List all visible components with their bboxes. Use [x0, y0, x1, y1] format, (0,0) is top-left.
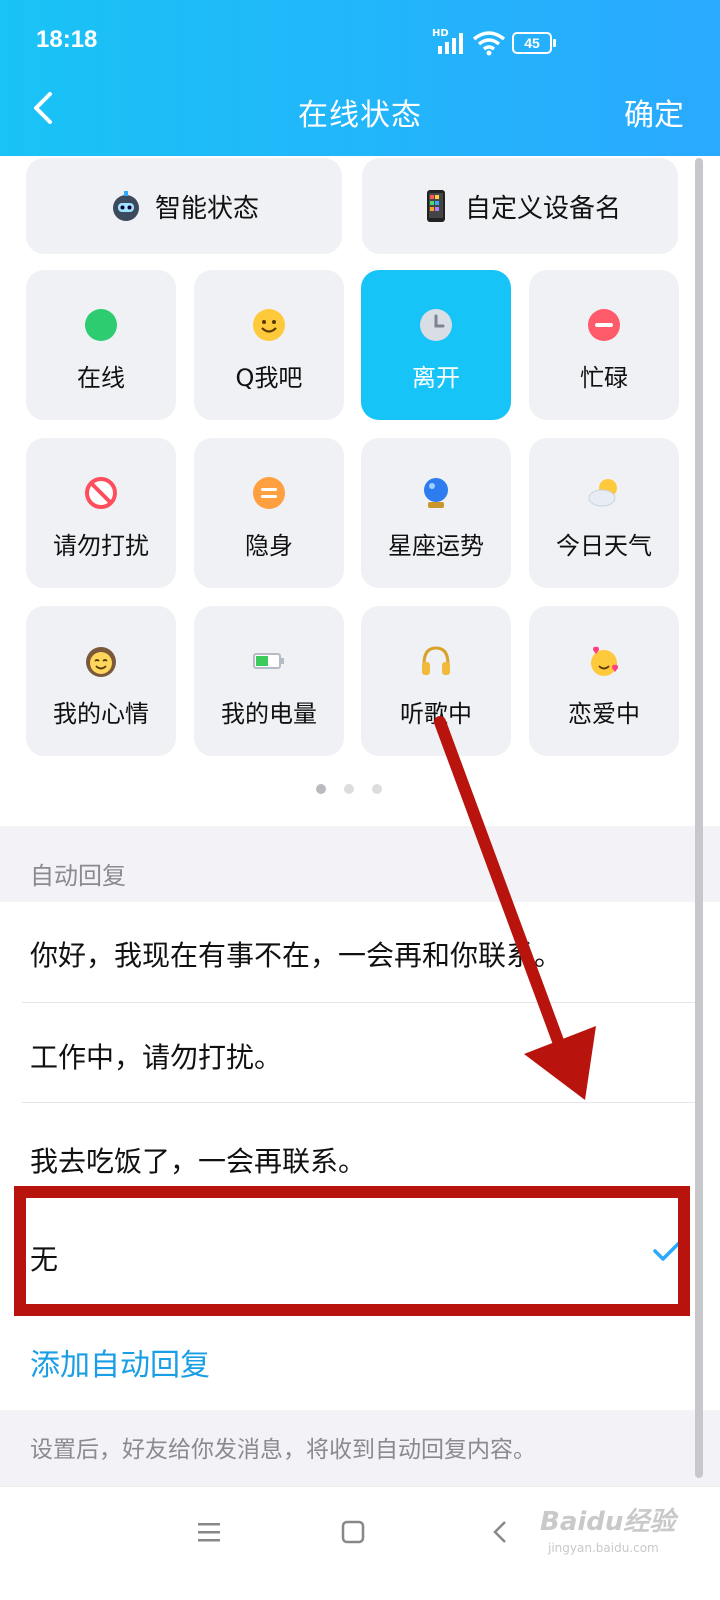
minus-circle-icon — [588, 309, 620, 341]
status-tile-busy[interactable]: 忙碌 — [529, 270, 679, 420]
status-tile-away[interactable]: 离开 — [361, 270, 511, 420]
status-tile-label: 忙碌 — [580, 364, 628, 392]
auto-reply-option[interactable]: 我去吃饭了，一会再联系。 — [30, 1140, 366, 1180]
headphones-icon — [422, 646, 450, 675]
menu-icon[interactable] — [194, 1517, 224, 1547]
status-tile-label: 我的电量 — [221, 700, 317, 728]
status-tile-label: 离开 — [412, 364, 460, 392]
clock-icon — [420, 309, 452, 341]
page-dot-active — [316, 784, 326, 794]
status-tile-my-mood[interactable]: 我的心情 — [26, 606, 176, 756]
page-title: 在线状态 — [298, 98, 422, 133]
battery-indicator: 45 — [512, 32, 556, 54]
status-tile-label: 我的心情 — [53, 700, 149, 728]
auto-reply-section-label: 自动回复 — [30, 862, 126, 890]
status-tile-in-love[interactable]: 恋爱中 — [529, 606, 679, 756]
custom-device-name-button[interactable]: 自定义设备名 — [362, 158, 678, 254]
crystal-ball-icon — [424, 478, 448, 508]
battery-icon — [253, 653, 284, 669]
mood-face-icon — [86, 647, 116, 677]
auto-reply-note: 设置后，好友给你发消息，将收到自动回复内容。 — [30, 1437, 536, 1463]
smart-status-label: 智能状态 — [154, 193, 259, 224]
divider — [22, 1102, 698, 1103]
status-tile-label: 星座运势 — [388, 532, 484, 560]
status-tile-online[interactable]: 在线 — [26, 270, 176, 420]
annotation-highlight-box — [14, 1186, 690, 1316]
invisible-icon — [253, 477, 285, 509]
robot-icon — [112, 191, 139, 221]
nav-back-icon[interactable] — [486, 1517, 516, 1547]
status-time: 18:18 — [36, 26, 98, 53]
signal-icon — [438, 33, 463, 54]
green-dot-icon — [85, 309, 117, 341]
page-dot — [344, 784, 354, 794]
add-auto-reply-link[interactable]: 添加自动回复 — [30, 1340, 210, 1384]
smile-face-icon — [253, 309, 285, 341]
app-header: 18:18 HD 45 在线状态 确定 — [0, 0, 720, 156]
custom-device-name-label: 自定义设备名 — [464, 193, 621, 224]
status-bar: 18:18 HD 45 — [0, 0, 720, 86]
page-indicator — [314, 784, 384, 796]
smart-status-button[interactable]: 智能状态 — [26, 158, 342, 254]
status-tile-label: 隐身 — [245, 532, 293, 560]
status-tile-horoscope[interactable]: 星座运势 — [361, 438, 511, 588]
love-face-icon — [591, 646, 618, 676]
status-tile-label: 请勿打扰 — [53, 532, 149, 560]
confirm-button[interactable]: 确定 — [624, 90, 684, 134]
watermark-url: jingyan.baidu.com — [548, 1541, 659, 1555]
watermark-brand: Baidu经验 — [540, 1507, 676, 1537]
status-tile-q-me[interactable]: Q我吧 — [194, 270, 344, 420]
no-entry-icon — [85, 477, 117, 509]
weather-icon — [588, 479, 617, 507]
phone-icon — [426, 190, 445, 222]
home-icon[interactable] — [338, 1517, 368, 1547]
status-tile-do-not-disturb[interactable]: 请勿打扰 — [26, 438, 176, 588]
divider — [22, 1002, 698, 1003]
status-tile-label: 在线 — [77, 364, 125, 392]
status-tile-label: 今日天气 — [556, 532, 652, 560]
status-tile-label: Q我吧 — [235, 364, 303, 392]
auto-reply-option[interactable]: 你好，我现在有事不在，一会再和你联系。 — [30, 934, 562, 974]
system-nav-bar: Baidu经验 jingyan.baidu.com — [0, 1486, 720, 1600]
status-tile-label: 恋爱中 — [568, 700, 640, 728]
scrollbar[interactable] — [695, 158, 703, 1478]
wifi-icon — [472, 31, 506, 56]
auto-reply-option[interactable]: 工作中，请勿打扰。 — [30, 1036, 282, 1076]
status-tile-invisible[interactable]: 隐身 — [194, 438, 344, 588]
status-tile-weather[interactable]: 今日天气 — [529, 438, 679, 588]
status-tile-listening[interactable]: 听歌中 — [361, 606, 511, 756]
status-tile-label: 听歌中 — [400, 700, 472, 728]
status-tile-my-battery[interactable]: 我的电量 — [194, 606, 344, 756]
page-dot — [372, 784, 382, 794]
